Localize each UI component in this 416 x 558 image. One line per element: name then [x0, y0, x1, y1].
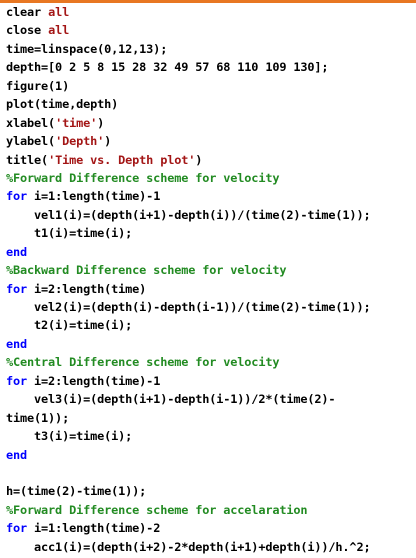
code-line: time=linspace(0,12,13);: [6, 40, 416, 58]
code-token-keyword: end: [6, 244, 28, 259]
code-token-code: ): [104, 134, 112, 149]
code-line: h=(time(2)-time(1));: [6, 482, 416, 500]
code-editor[interactable]: clear all close all time=linspace(0,12,13)…: [0, 3, 416, 558]
code-token-keyword: end: [6, 336, 28, 351]
code-line: end: [6, 243, 416, 261]
code-token-comment: %Backward Difference scheme for velocity: [6, 263, 287, 278]
code-token-code: vel3(i)=(depth(i+1)-depth(i-1))/2*(time(…: [6, 392, 336, 407]
code-token-code: t1(i)=time(i);: [6, 226, 133, 241]
code-line: %Forward Difference scheme for accelarat…: [6, 501, 416, 519]
code-line: for i=2:length(time)-1: [6, 372, 416, 390]
code-token-code: xlabel(: [6, 115, 56, 130]
code-token-code: figure(1): [6, 78, 70, 93]
code-line: for i=1:length(time)-1: [6, 187, 416, 205]
code-line: clear all: [6, 3, 416, 21]
code-token-string: 'Depth': [55, 134, 105, 149]
code-line: end: [6, 446, 416, 464]
code-token-code: time(1));: [6, 410, 70, 425]
code-token-code: i=2:length(time): [27, 281, 147, 296]
code-line: t1(i)=time(i);: [6, 224, 416, 242]
code-token-code: t2(i)=time(i);: [6, 318, 133, 333]
code-line: for i=2:length(time): [6, 280, 416, 298]
code-token-code: vel1(i)=(depth(i+1)-depth(i))/(time(2)-t…: [6, 207, 371, 222]
code-line: time(1));: [6, 409, 416, 427]
code-token-code: plot(time,depth): [6, 97, 119, 112]
code-line: %Central Difference scheme for velocity: [6, 353, 416, 371]
code-token-code: acc1(i)=(depth(i+2)-2*depth(i+1)+depth(i…: [6, 539, 371, 554]
code-line: vel3(i)=(depth(i+1)-depth(i-1))/2*(time(…: [6, 390, 416, 408]
code-token-string: 'Time vs. Depth plot': [48, 152, 196, 167]
code-line: t2(i)=time(i);: [6, 316, 416, 334]
code-line: %Forward Difference scheme for velocity: [6, 169, 416, 187]
code-token-code: h=(time(2)-time(1));: [6, 484, 147, 499]
code-token-comment: %Forward Difference scheme for accelarat…: [6, 502, 308, 517]
code-line: title('Time vs. Depth plot'): [6, 151, 416, 169]
code-line: t3(i)=time(i);: [6, 427, 416, 445]
code-token-code: time=linspace(0,12,13);: [6, 41, 168, 56]
code-token-string: all: [48, 23, 70, 38]
code-line: vel1(i)=(depth(i+1)-depth(i))/(time(2)-t…: [6, 206, 416, 224]
code-token-code: ): [195, 152, 203, 167]
code-line: acc1(i)=(depth(i+2)-2*depth(i+1)+depth(i…: [6, 538, 416, 556]
code-line: end: [6, 335, 416, 353]
code-token-code: ): [97, 115, 105, 130]
code-token-comment: %Forward Difference scheme for velocity: [6, 170, 280, 185]
code-token-code: clear: [6, 5, 49, 19]
code-line: vel2(i)=(depth(i)-depth(i-1))/(time(2)-t…: [6, 298, 416, 316]
code-token-code: close: [6, 23, 49, 38]
code-line: figure(1): [6, 77, 416, 95]
code-token-code: i=2:length(time)-1: [27, 373, 161, 388]
code-token-code: vel2(i)=(depth(i)-depth(i-1))/(time(2)-t…: [6, 300, 371, 314]
code-token-code: i=1:length(time)-1: [27, 189, 161, 204]
code-token-code: i=1:length(time)-2: [27, 521, 161, 536]
code-token-code: depth=[0 2 5 8 15 28 32 49 57 68 110 109…: [6, 60, 329, 75]
code-token-keyword: for: [6, 189, 28, 204]
code-token-keyword: for: [6, 373, 28, 388]
code-token-code: t3(i)=time(i);: [6, 429, 133, 444]
code-token-code: title(: [6, 152, 49, 167]
code-token-string: 'time': [55, 115, 98, 130]
code-token-code: ylabel(: [6, 134, 56, 149]
code-line: close all: [6, 21, 416, 39]
code-line: for i=1:length(time)-2: [6, 519, 416, 537]
code-token-keyword: for: [6, 521, 28, 536]
code-line: plot(time,depth): [6, 95, 416, 113]
code-line: %Backward Difference scheme for velocity: [6, 261, 416, 279]
code-token-keyword: end: [6, 447, 28, 462]
code-token-comment: %Central Difference scheme for velocity: [6, 355, 280, 370]
code-line: xlabel('time'): [6, 114, 416, 132]
code-line: depth=[0 2 5 8 15 28 32 49 57 68 110 109…: [6, 58, 416, 76]
code-token-keyword: for: [6, 281, 28, 296]
code-line: ylabel('Depth'): [6, 132, 416, 150]
code-token-string: all: [48, 5, 70, 19]
